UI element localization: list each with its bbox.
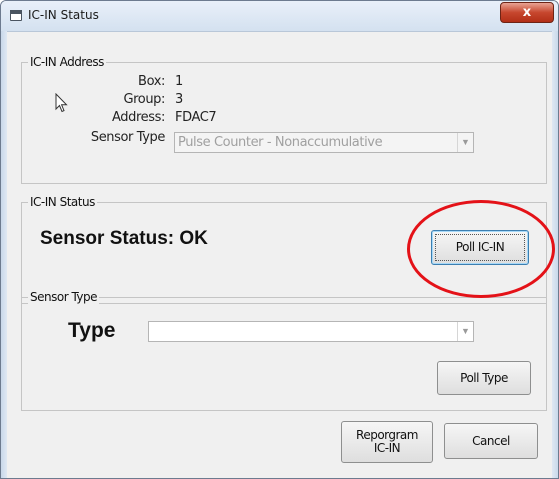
sensor-type-group-legend: Sensor Type — [28, 290, 100, 304]
address-value: FDAC7 — [175, 110, 217, 125]
address-label: Address: — [112, 110, 165, 125]
sensor-type-label: Sensor Type — [90, 130, 166, 145]
chevron-down-icon: ▼ — [457, 133, 473, 152]
type-select[interactable]: ▼ — [148, 321, 474, 342]
reprogram-ic-in-button[interactable]: Reporgram IC-IN — [341, 421, 433, 463]
sensor-type-select[interactable]: Pulse Counter - Nonaccumulative ▼ — [174, 132, 474, 153]
status-group-legend: IC-IN Status — [28, 195, 97, 209]
title-bar[interactable]: IC-IN Status x — [1, 1, 558, 32]
cancel-button[interactable]: Cancel — [444, 423, 538, 459]
window-icon — [10, 10, 22, 21]
poll-type-button[interactable]: Poll Type — [437, 361, 531, 395]
box-value: 1 — [175, 74, 183, 89]
cancel-button-label: Cancel — [472, 433, 510, 448]
type-label: Type — [68, 319, 116, 342]
box-label: Box: — [138, 74, 165, 89]
address-group-legend: IC-IN Address — [28, 55, 106, 69]
reprogram-button-label-line2: IC-IN — [373, 441, 401, 455]
address-group: IC-IN Address Box: 1 Group: 3 Address: F… — [21, 55, 547, 184]
sensor-type-group: Sensor Type Type ▼ Poll Type — [21, 290, 547, 411]
sensor-type-select-value: Pulse Counter - Nonaccumulative — [178, 135, 383, 150]
group-value: 3 — [175, 92, 183, 107]
poll-type-button-label: Poll Type — [460, 370, 508, 385]
annotation-circle — [407, 200, 555, 298]
mouse-pointer-icon — [55, 93, 68, 113]
chevron-down-icon: ▼ — [457, 322, 473, 341]
group-label: Group: — [123, 92, 165, 107]
sensor-status-text: Sensor Status: OK — [40, 228, 208, 249]
window-title: IC-IN Status — [28, 8, 99, 22]
dialog-window: IC-IN Status x IC-IN Address Box: 1 Grou… — [0, 0, 559, 479]
close-button[interactable]: x — [500, 2, 554, 23]
